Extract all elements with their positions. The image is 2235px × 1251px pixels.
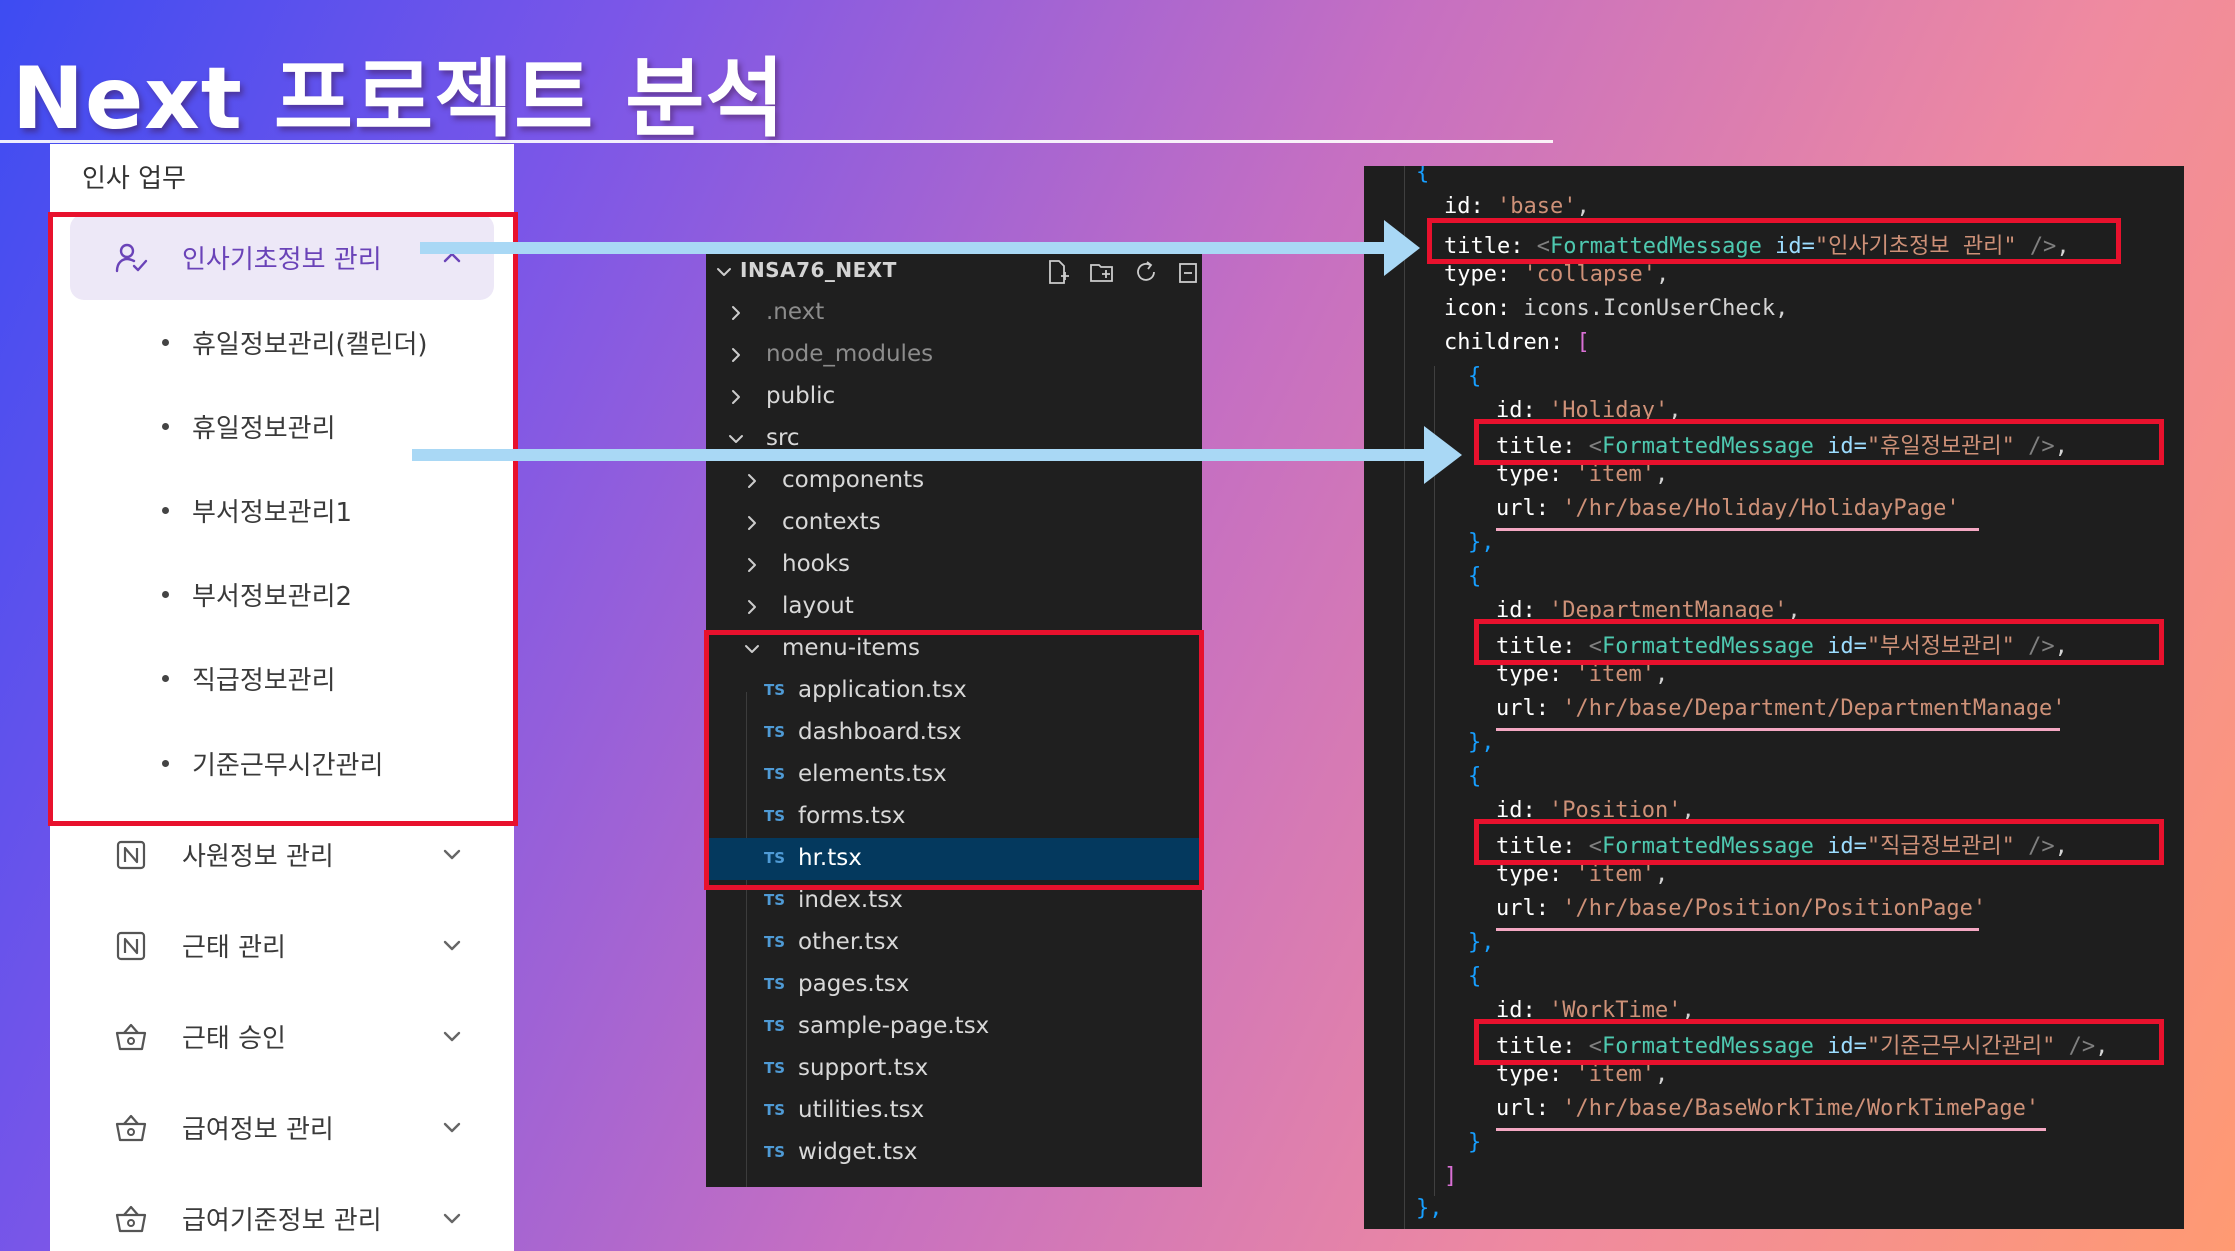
arrow-to-root-title [420,220,1420,276]
connector-arrows [412,220,1462,484]
arrow-to-holiday-title [412,426,1462,484]
